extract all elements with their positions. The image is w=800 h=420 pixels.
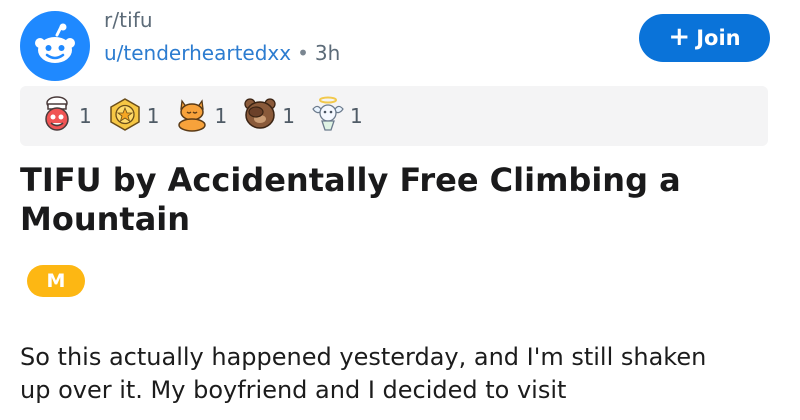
awards-bar[interactable]: 1 1 1 1 1 xyxy=(20,86,768,146)
facepalm-bear-award-icon xyxy=(241,95,279,137)
reddit-post-screen: r/tifu u/tenderheartedxx • 3h + Join 1 1… xyxy=(0,0,800,420)
meditating-cat-award-icon xyxy=(173,95,211,137)
angel-award-icon xyxy=(309,95,347,137)
subreddit-name[interactable]: r/tifu xyxy=(104,8,153,32)
author-link[interactable]: u/tenderheartedxx xyxy=(104,41,291,65)
gold-medal-award-icon xyxy=(106,95,144,137)
post-flair-badge[interactable]: M xyxy=(27,265,85,297)
post-byline: u/tenderheartedxx • 3h xyxy=(104,41,340,65)
award-count: 1 xyxy=(214,104,228,128)
join-button[interactable]: + Join xyxy=(639,14,770,62)
award-count: 1 xyxy=(146,104,160,128)
snoo-icon xyxy=(31,22,79,70)
award-count: 1 xyxy=(282,104,295,128)
award-item[interactable]: 1 xyxy=(173,95,227,137)
post-title[interactable]: TIFU by Accidentally Free Climbing a Mou… xyxy=(20,161,740,239)
award-item[interactable]: 1 xyxy=(241,95,295,137)
award-count: 1 xyxy=(349,104,363,128)
award-count: 1 xyxy=(79,104,92,128)
chef-award-icon xyxy=(38,95,76,137)
plus-icon: + xyxy=(668,22,691,52)
subreddit-avatar[interactable] xyxy=(20,11,90,81)
award-item[interactable]: 1 xyxy=(106,95,160,137)
award-item[interactable]: 1 xyxy=(38,95,92,137)
post-body-text: So this actually happened yesterday, and… xyxy=(20,343,707,404)
byline-separator: • xyxy=(297,41,309,65)
post-age: 3h xyxy=(314,41,341,65)
join-label: Join xyxy=(696,26,741,50)
award-item[interactable]: 1 xyxy=(309,95,363,137)
